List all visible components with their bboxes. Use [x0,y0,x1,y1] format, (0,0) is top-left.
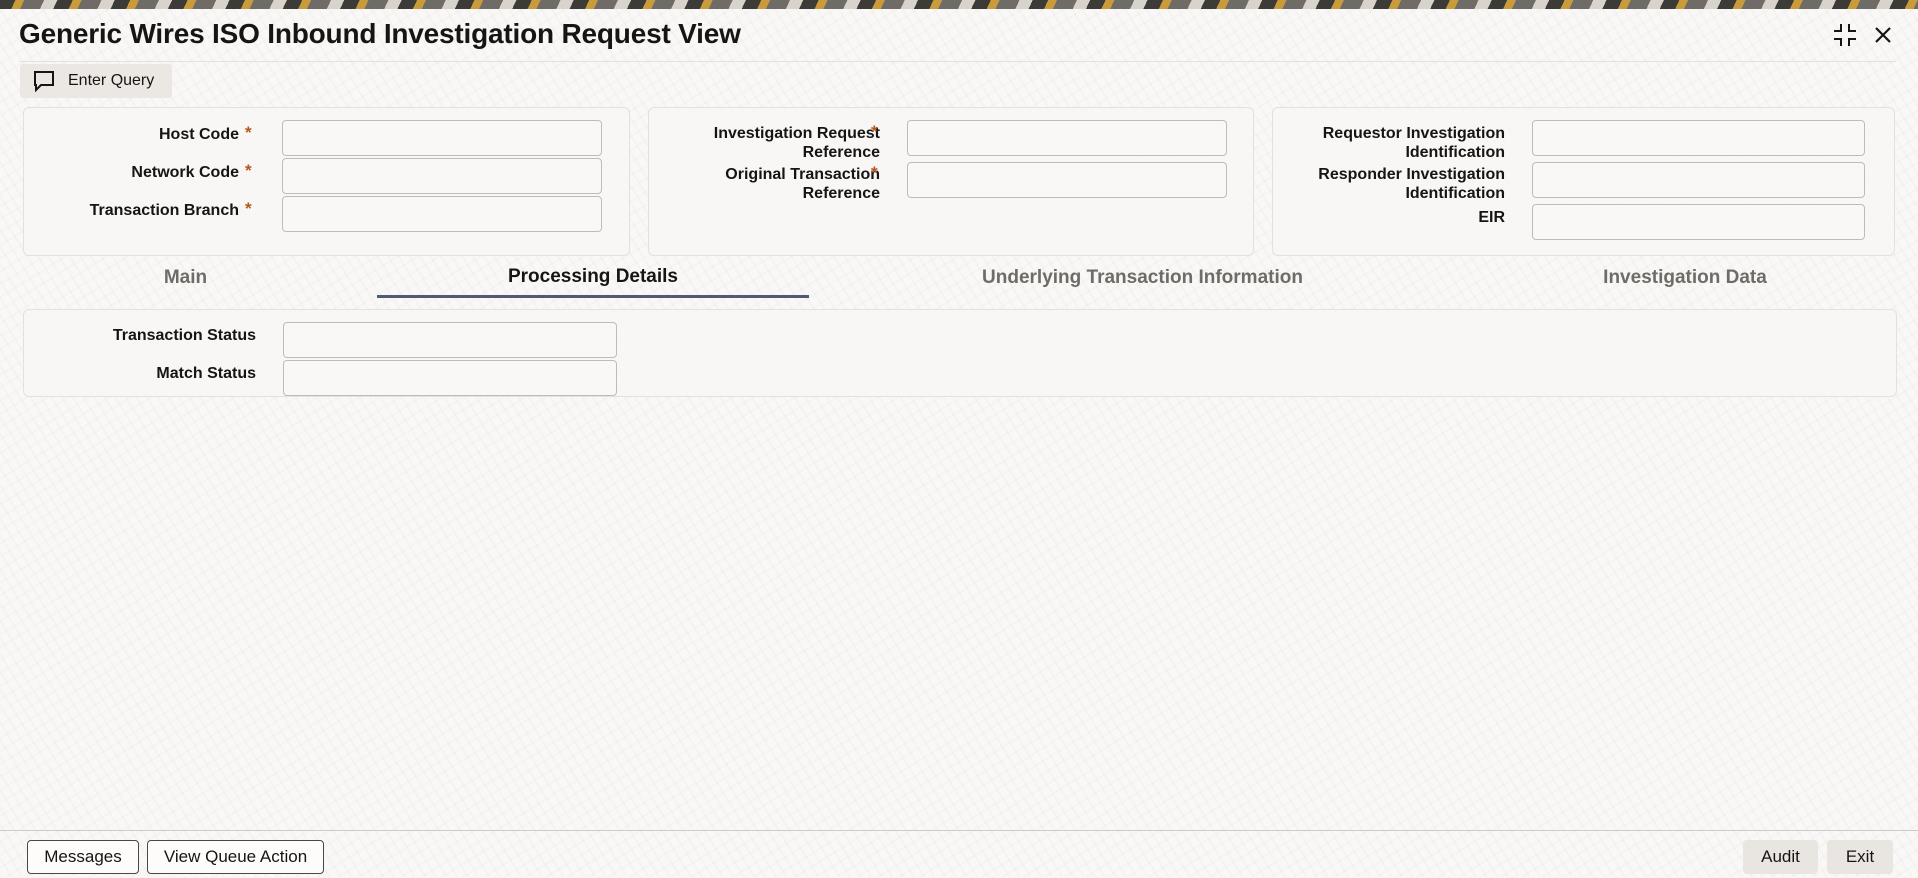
chat-bubble-icon [34,71,54,92]
processing-details-panel: Transaction Status Match Status [23,309,1897,397]
requestor-investigation-identification-input[interactable] [1532,120,1865,156]
network-code-required-marker: * [245,161,252,180]
eir-input[interactable] [1532,204,1865,240]
enter-query-label: Enter Query [68,72,155,89]
tab-bar: Main Processing Details Underlying Trans… [0,258,1918,298]
page-title: Generic Wires ISO Inbound Investigation … [19,18,741,49]
investigation-identification-panel: Requestor Investigation Identification R… [1272,107,1895,256]
match-status-input[interactable] [283,360,617,396]
host-code-input[interactable] [282,120,602,156]
transaction-branch-input[interactable] [282,196,602,232]
original-transaction-reference-input[interactable] [907,162,1227,198]
tab-processing-details[interactable]: Processing Details [377,258,809,298]
footer-bar: Messages View Queue Action Audit Exit [0,830,1918,878]
investigation-request-reference-input[interactable] [907,120,1227,156]
audit-button[interactable]: Audit [1743,840,1818,874]
original-transaction-reference-required-marker: * [871,163,878,182]
reference-details-panel: Investigation Request Reference * Origin… [648,107,1254,256]
investigation-request-reference-label: Investigation Request Reference [713,125,880,161]
view-queue-action-button[interactable]: View Queue Action [147,840,324,874]
close-window-button[interactable] [1870,22,1896,48]
tab-underlying-transaction-information[interactable]: Underlying Transaction Information [860,258,1425,298]
requestor-investigation-identification-label: Requestor Investigation Identification [1322,125,1505,161]
responder-investigation-identification-input[interactable] [1532,162,1865,198]
responder-investigation-identification-label: Responder Investigation Identification [1318,166,1505,202]
tab-investigation-data[interactable]: Investigation Data [1470,258,1900,298]
transaction-status-label: Transaction Status [112,327,256,344]
transaction-branch-required-marker: * [245,199,252,218]
host-code-required-marker: * [245,123,252,142]
eir-label: EIR [1478,209,1505,226]
transaction-branch-label: Transaction Branch [89,202,239,219]
minimize-window-button[interactable] [1832,22,1858,48]
investigation-request-reference-required-marker: * [871,122,878,141]
match-status-label: Match Status [156,365,256,382]
host-details-panel: Host Code * Network Code * Transaction B… [23,107,630,256]
network-code-input[interactable] [282,158,602,194]
tab-main[interactable]: Main [23,258,348,298]
original-transaction-reference-label: Original Transaction Reference [725,166,880,202]
window-controls [1832,22,1896,48]
title-divider [19,61,1896,62]
transaction-status-input[interactable] [283,322,617,358]
host-code-label: Host Code [159,126,239,143]
close-icon [1875,27,1891,43]
messages-button[interactable]: Messages [27,840,139,874]
network-code-label: Network Code [131,164,239,181]
top-decorative-stripe [0,0,1918,9]
exit-button[interactable]: Exit [1827,840,1893,874]
enter-query-button[interactable]: Enter Query [20,64,173,98]
collapse-icon [1834,24,1856,46]
